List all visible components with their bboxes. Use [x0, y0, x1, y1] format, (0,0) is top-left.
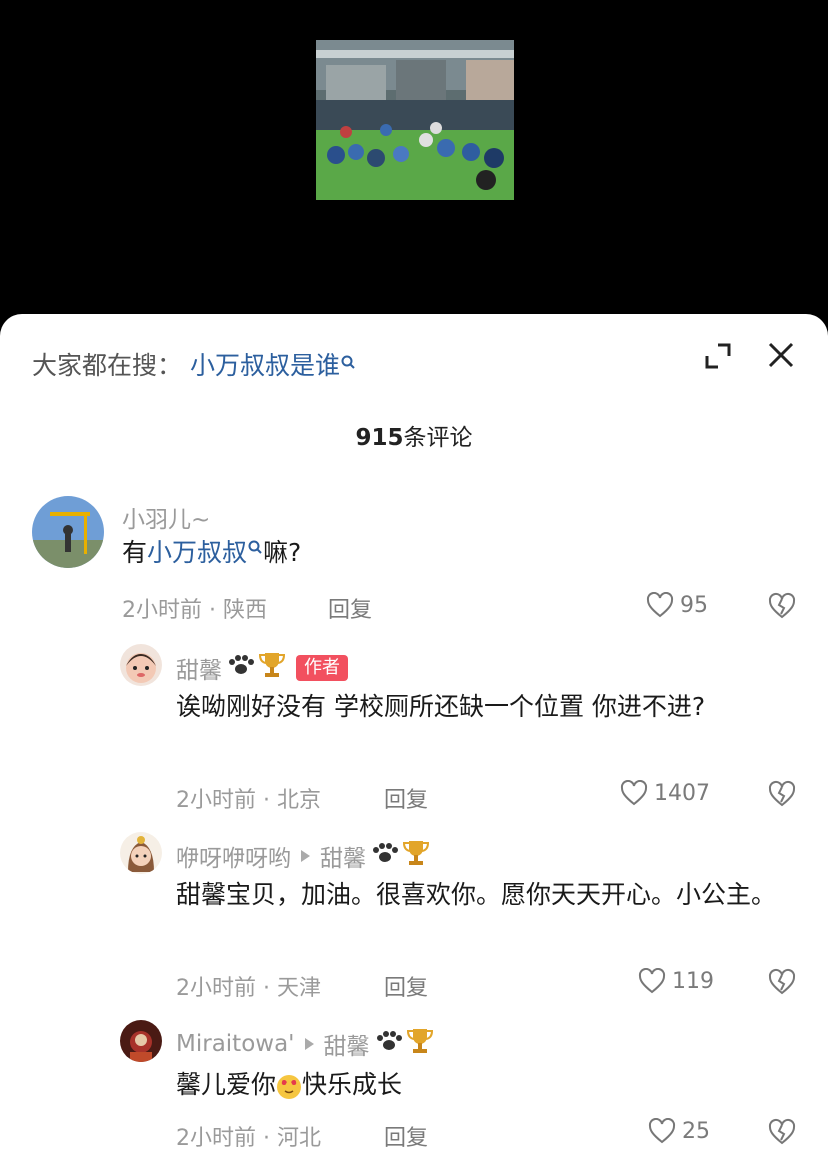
reply-button[interactable]: 回复: [384, 970, 428, 1002]
reply-to-author[interactable]: 甜馨: [320, 839, 366, 873]
paw-icon: [370, 841, 400, 871]
like-button[interactable]: 119: [638, 968, 714, 994]
heart-icon: [620, 780, 648, 806]
comment-text: 甜馨宝贝，加油。很喜欢你。愿你天天开心。小公主。: [176, 880, 777, 909]
expand-icon[interactable]: [704, 342, 732, 370]
trophy-icon: [258, 650, 286, 686]
like-button[interactable]: 95: [646, 592, 708, 618]
avatar[interactable]: [120, 644, 162, 686]
trophy-icon: [402, 838, 430, 874]
like-button[interactable]: 1407: [620, 780, 710, 806]
comment-author[interactable]: Miraitowa': [176, 1031, 295, 1057]
like-count: 1407: [654, 780, 710, 806]
comments-sheet: 大家都在搜： 小万叔叔是谁 915条评论 小羽儿~ 有小万叔叔 嘛? 2小时前 ·…: [0, 314, 828, 1166]
video-frame-image: [316, 40, 514, 200]
like-count: 119: [672, 968, 714, 994]
comment-author-row: Miraitowa' 甜馨: [176, 1026, 434, 1062]
search-term-link[interactable]: 小万叔叔是谁: [190, 346, 340, 382]
search-term-link[interactable]: 小万叔叔: [147, 538, 247, 567]
heart-icon: [638, 968, 666, 994]
close-icon[interactable]: [766, 340, 796, 370]
comment-text: 有小万叔叔 嘛?: [122, 534, 682, 572]
heart-icon: [646, 592, 674, 618]
paw-icon: [226, 653, 256, 683]
author-badge: 作者: [296, 655, 348, 681]
broken-heart-icon[interactable]: [768, 592, 796, 620]
reply-arrow-icon: [301, 850, 310, 862]
comment-author[interactable]: 咿呀咿呀哟: [176, 839, 291, 873]
broken-heart-icon[interactable]: [768, 1118, 796, 1146]
broken-heart-icon[interactable]: [768, 780, 796, 808]
comment-text: 馨儿爱你 快乐成长: [176, 1070, 403, 1099]
broken-heart-icon[interactable]: [768, 968, 796, 996]
comment-author[interactable]: 小羽儿~: [122, 500, 210, 534]
like-count: 25: [682, 1118, 710, 1144]
comments-count: 915条评论: [355, 425, 473, 451]
comment-meta: 2小时前 · 北京: [176, 788, 321, 813]
reply-to-author[interactable]: 甜馨: [324, 1027, 370, 1061]
heart-icon: [648, 1118, 676, 1144]
search-prefix: 大家都在搜：: [32, 351, 183, 380]
video-area[interactable]: [0, 0, 828, 330]
comment-text: 诶呦刚好没有 学校厕所还缺一个位置 你进不进?: [176, 692, 706, 721]
like-button[interactable]: 25: [648, 1118, 710, 1144]
avatar[interactable]: [120, 1020, 162, 1062]
search-icon: [247, 534, 263, 556]
reply-button[interactable]: 回复: [384, 1120, 428, 1152]
comment-meta: 2小时前 · 陕西: [122, 598, 267, 623]
heart-eyes-emoji-icon: [276, 1073, 302, 1099]
like-count: 95: [680, 592, 708, 618]
reply-button[interactable]: 回复: [384, 782, 428, 814]
reply-button[interactable]: 回复: [328, 592, 372, 624]
comment-meta: 2小时前 · 天津: [176, 976, 321, 1001]
comment-author-row: 甜馨 作者: [176, 650, 348, 686]
search-icon: [340, 353, 356, 375]
comment-meta: 2小时前 · 河北: [176, 1126, 321, 1151]
video-thumbnail[interactable]: [316, 40, 514, 200]
reply-arrow-icon: [304, 1038, 314, 1050]
search-suggestion[interactable]: 大家都在搜： 小万叔叔是谁: [32, 344, 356, 384]
paw-icon: [374, 1029, 404, 1059]
comment-author-row: 咿呀咿呀哟 甜馨: [176, 838, 430, 874]
trophy-icon: [406, 1026, 434, 1062]
comment-author[interactable]: 甜馨: [176, 651, 222, 685]
avatar[interactable]: [120, 832, 162, 874]
avatar[interactable]: [32, 496, 104, 568]
